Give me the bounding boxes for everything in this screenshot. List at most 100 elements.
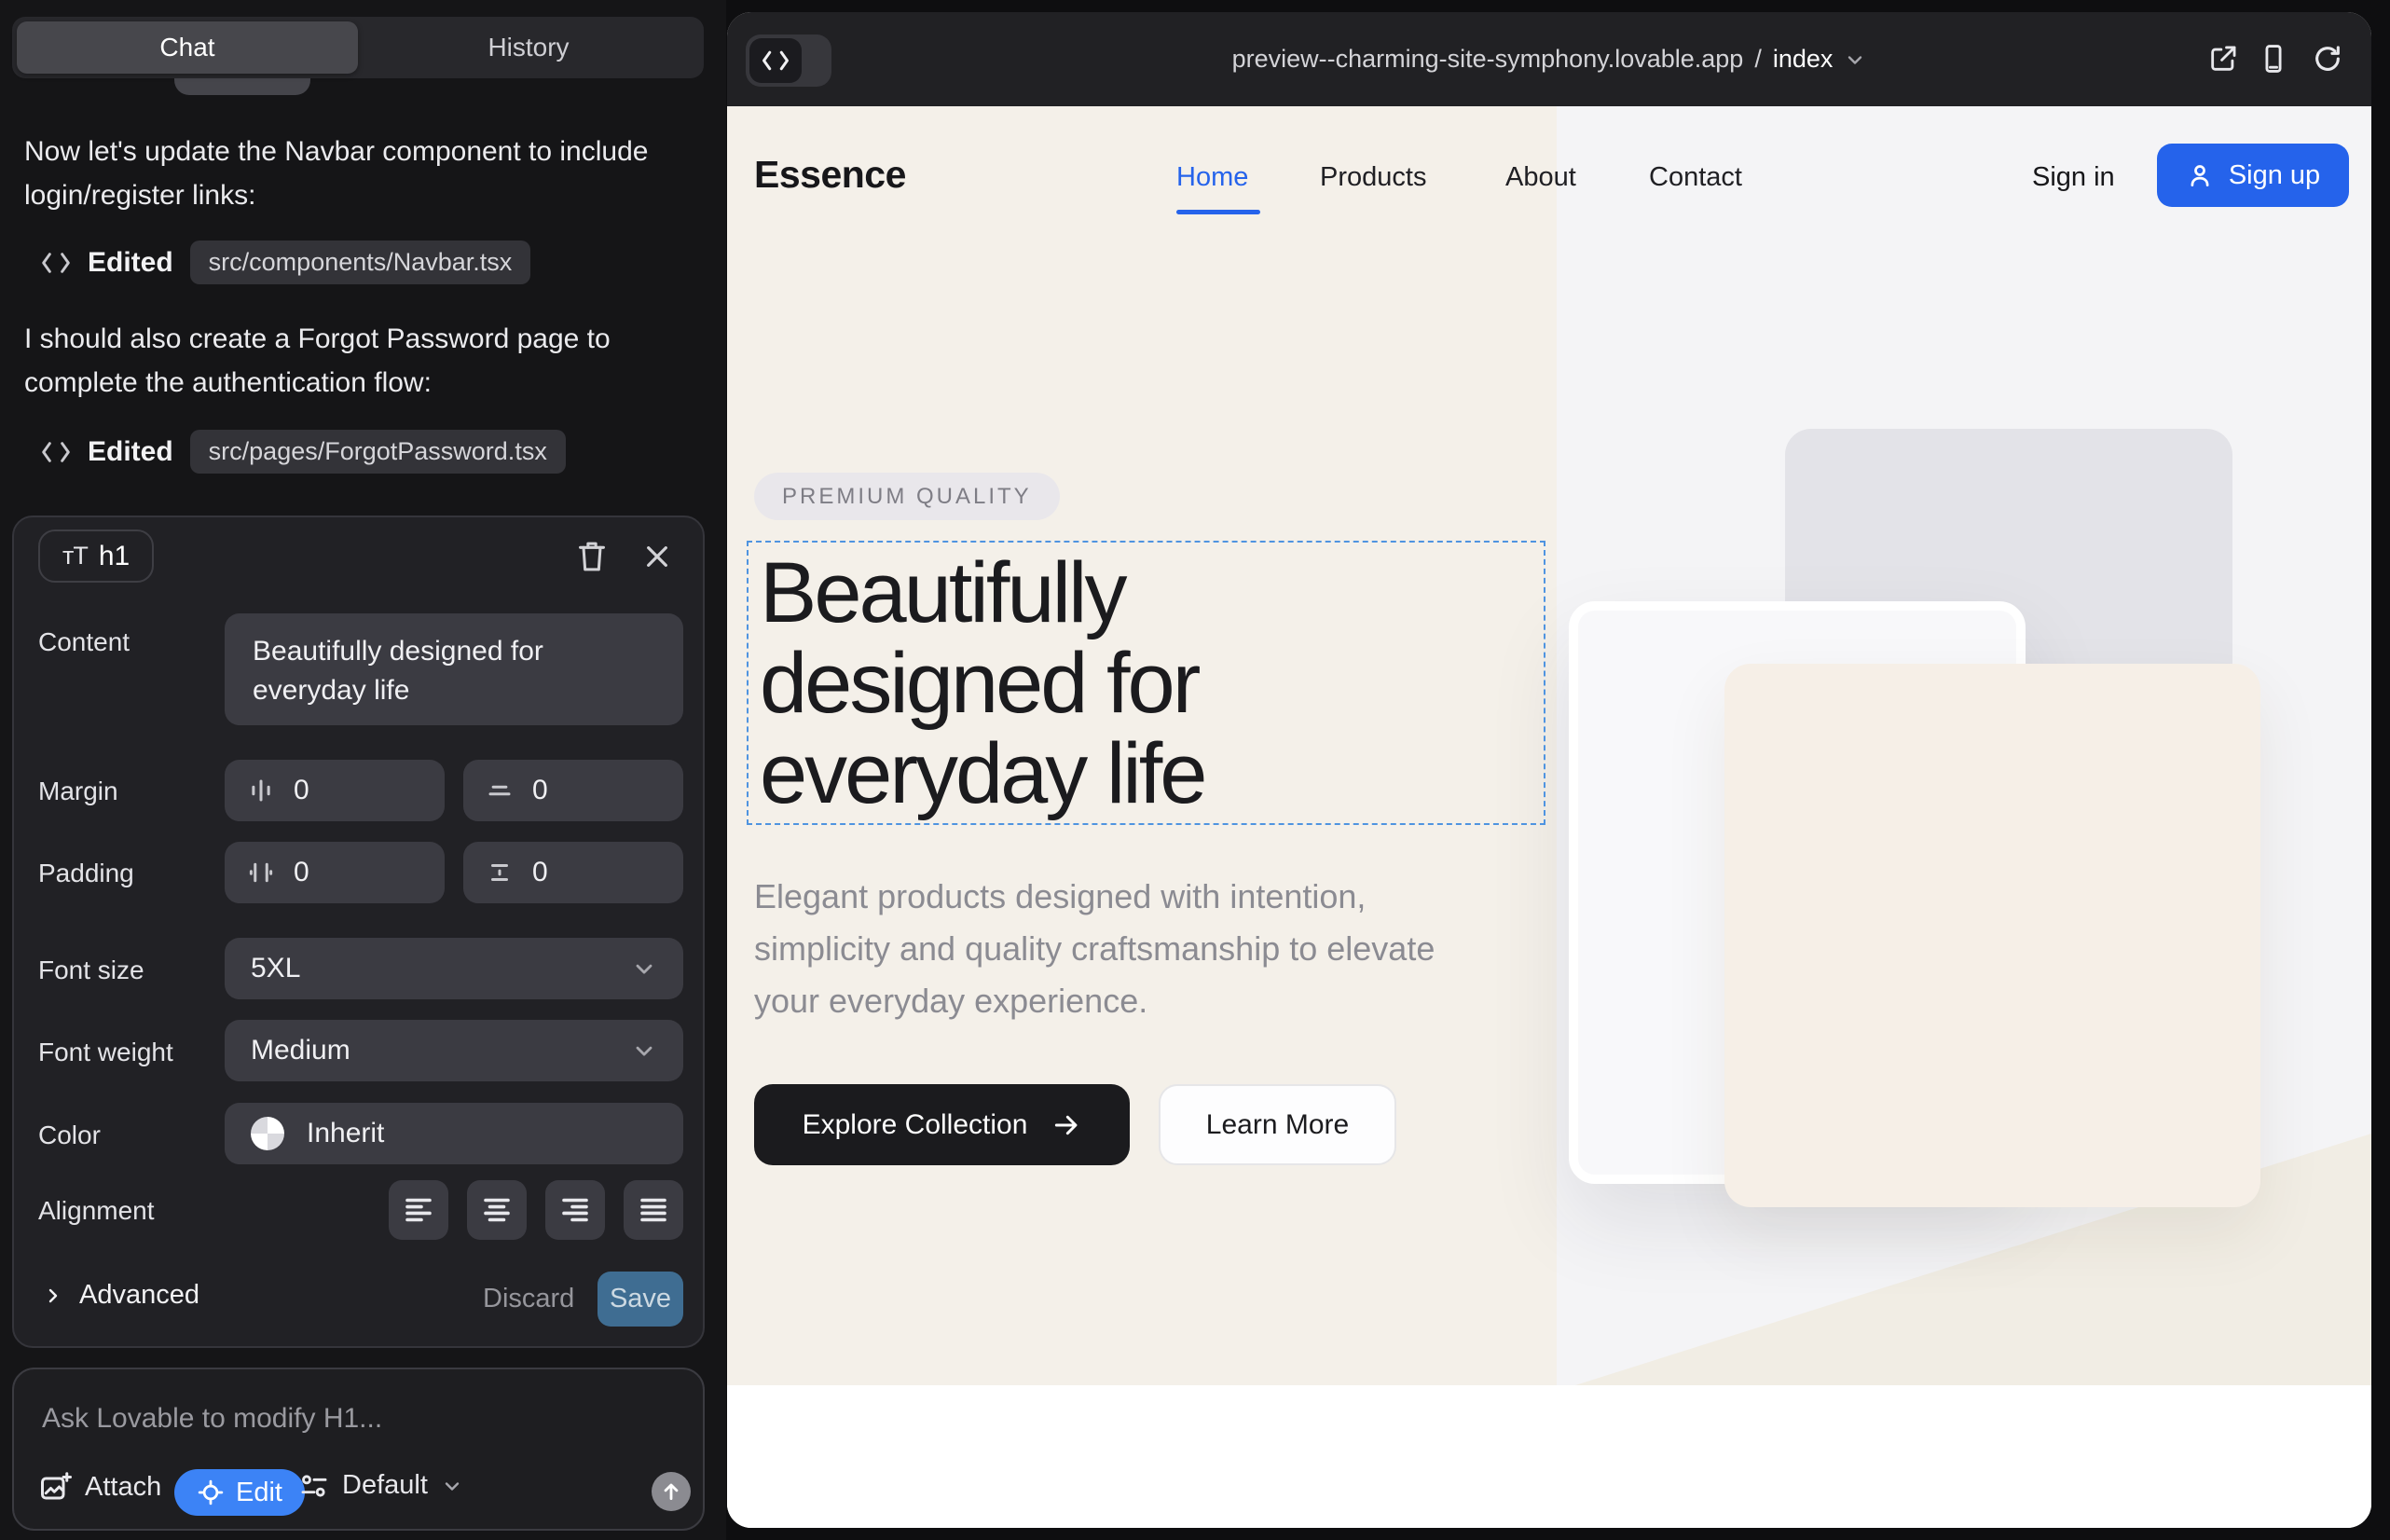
color-select[interactable]: Inherit <box>225 1103 683 1164</box>
chat-history-tabs: Chat History <box>12 17 704 78</box>
save-button[interactable]: Save <box>598 1272 683 1327</box>
sign-up-button[interactable]: Sign up <box>2157 144 2349 207</box>
chat-message: Now let's update the Navbar component to… <box>24 130 682 217</box>
delete-element-button[interactable] <box>571 536 612 577</box>
file-badge[interactable]: src/components/Navbar.tsx <box>190 241 531 284</box>
margin-vertical-icon <box>486 777 514 804</box>
mode-selector[interactable]: Default <box>299 1470 463 1501</box>
nav-link-about[interactable]: About <box>1505 162 1576 193</box>
font-weight-label: Font weight <box>38 1038 173 1067</box>
site-preview: Essence Home Products About Contact Sign… <box>727 106 2371 1528</box>
align-justify-icon <box>637 1193 670 1227</box>
element-editor-panel: тT h1 Content Beautifully designed for e… <box>12 516 705 1348</box>
chat-panel: Chat History Now let's update the Navbar… <box>0 0 726 1540</box>
padding-label: Padding <box>38 859 134 888</box>
target-icon <box>197 1478 225 1506</box>
hero-badge: PREMIUM QUALITY <box>754 473 1060 520</box>
preview-window: preview--charming-site-symphony.lovable.… <box>727 12 2371 1528</box>
nav-link-contact[interactable]: Contact <box>1649 162 1742 193</box>
align-center-icon <box>480 1193 514 1227</box>
site-logo[interactable]: Essence <box>754 153 906 197</box>
nav-link-products[interactable]: Products <box>1320 162 1426 193</box>
font-size-label: Font size <box>38 956 144 985</box>
color-swatch-icon <box>251 1117 284 1150</box>
text-style-icon: тT <box>62 542 88 571</box>
hero-heading: Beautifully designed for everyday life <box>749 543 1544 819</box>
hero-heading-line: Beautifully <box>760 548 1544 639</box>
margin-horizontal-input[interactable]: 0 <box>225 760 445 821</box>
content-label: Content <box>38 627 130 657</box>
edit-mode-button[interactable]: Edit <box>174 1469 305 1516</box>
advanced-toggle[interactable]: Advanced <box>42 1280 199 1311</box>
tab-chat[interactable]: Chat <box>17 21 358 74</box>
open-in-new-tab-button[interactable] <box>2207 43 2239 75</box>
margin-vertical-input[interactable]: 0 <box>463 760 683 821</box>
chevron-down-icon <box>441 1475 463 1497</box>
padding-vertical-icon <box>486 859 514 887</box>
align-left-icon <box>402 1193 435 1227</box>
tab-history[interactable]: History <box>358 21 699 74</box>
file-badge[interactable]: src/pages/ForgotPassword.tsx <box>190 430 566 474</box>
align-right-button[interactable] <box>545 1180 605 1240</box>
color-label: Color <box>38 1121 101 1150</box>
discard-button[interactable]: Discard <box>483 1284 574 1314</box>
hero-heading-line: everyday life <box>760 729 1544 819</box>
padding-horizontal-input[interactable]: 0 <box>225 842 445 903</box>
content-textarea[interactable]: Beautifully designed for everyday life <box>225 613 683 725</box>
align-justify-button[interactable] <box>624 1180 683 1240</box>
alignment-label: Alignment <box>38 1196 155 1226</box>
url-bar[interactable]: preview--charming-site-symphony.lovable.… <box>727 12 2371 106</box>
learn-more-button[interactable]: Learn More <box>1159 1084 1396 1165</box>
mode-label: Default <box>342 1470 428 1501</box>
attach-image-icon <box>38 1470 72 1504</box>
chevron-down-icon <box>1844 48 1866 71</box>
url-separator: / <box>1754 45 1762 74</box>
cta-primary-label: Explore Collection <box>803 1109 1028 1141</box>
cta-secondary-label: Learn More <box>1206 1109 1349 1141</box>
edited-row: Edited src/pages/ForgotPassword.tsx <box>41 430 566 474</box>
padding-horizontal-icon <box>247 859 275 887</box>
padding-vertical-input[interactable]: 0 <box>463 842 683 903</box>
attach-button[interactable]: Attach <box>38 1470 161 1504</box>
url-domain: preview--charming-site-symphony.lovable.… <box>1232 45 1744 74</box>
sign-up-label: Sign up <box>2229 160 2320 191</box>
align-left-button[interactable] <box>389 1180 448 1240</box>
composer-input[interactable]: Ask Lovable to modify H1... <box>42 1403 382 1435</box>
padding-vertical-value: 0 <box>532 857 548 888</box>
chat-composer: Ask Lovable to modify H1... Attach Edit … <box>12 1368 705 1531</box>
advanced-label: Advanced <box>79 1280 199 1311</box>
margin-vertical-value: 0 <box>532 775 548 806</box>
selected-element-outline[interactable]: Beautifully designed for everyday life <box>747 541 1545 825</box>
arrow-right-icon <box>1051 1110 1081 1140</box>
font-weight-value: Medium <box>251 1035 350 1066</box>
active-nav-underline <box>1176 210 1260 214</box>
code-icon <box>41 440 71 464</box>
align-right-icon <box>558 1193 592 1227</box>
font-size-value: 5XL <box>251 953 300 984</box>
explore-collection-button[interactable]: Explore Collection <box>754 1084 1130 1165</box>
close-icon <box>642 542 672 571</box>
refresh-button[interactable] <box>2312 43 2343 75</box>
edited-row: Edited src/components/Navbar.tsx <box>41 241 530 284</box>
font-weight-select[interactable]: Medium <box>225 1020 683 1081</box>
sign-in-link[interactable]: Sign in <box>2032 162 2115 193</box>
align-center-button[interactable] <box>467 1180 527 1240</box>
margin-label: Margin <box>38 777 118 806</box>
margin-horizontal-value: 0 <box>294 775 309 806</box>
mobile-device-icon <box>2258 43 2289 75</box>
browser-toolbar: preview--charming-site-symphony.lovable.… <box>727 12 2371 106</box>
code-icon <box>41 251 71 275</box>
mobile-preview-button[interactable] <box>2258 43 2289 75</box>
element-tag-label: h1 <box>99 541 130 572</box>
hero-paragraph: Elegant products designed with intention… <box>754 871 1500 1027</box>
refresh-icon <box>2312 43 2343 75</box>
send-button[interactable] <box>652 1472 691 1511</box>
close-editor-button[interactable] <box>637 536 678 577</box>
font-size-select[interactable]: 5XL <box>225 938 683 999</box>
nav-link-home[interactable]: Home <box>1176 162 1248 193</box>
edited-label: Edited <box>88 247 173 279</box>
chevron-down-icon <box>631 956 657 982</box>
element-tag-pill[interactable]: тT h1 <box>38 529 154 583</box>
open-in-new-icon <box>2207 43 2239 75</box>
sliders-icon <box>299 1471 329 1501</box>
